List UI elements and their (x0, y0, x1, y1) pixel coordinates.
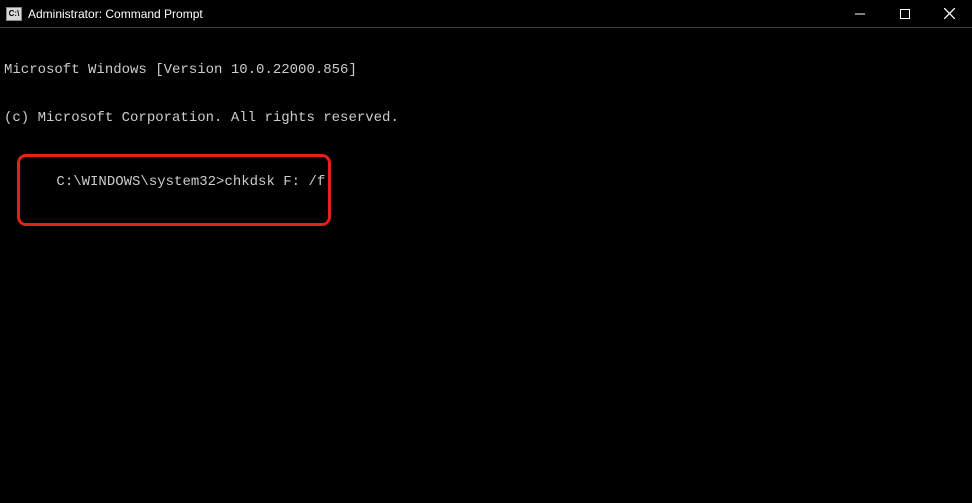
terminal-output[interactable]: Microsoft Windows [Version 10.0.22000.85… (0, 28, 972, 224)
version-line: Microsoft Windows [Version 10.0.22000.85… (4, 62, 968, 78)
close-button[interactable] (927, 0, 972, 27)
command-input[interactable]: chkdsk F: /f (224, 174, 325, 190)
title-bar: C:\ Administrator: Command Prompt (0, 0, 972, 28)
copyright-line: (c) Microsoft Corporation. All rights re… (4, 110, 968, 126)
title-bar-left: C:\ Administrator: Command Prompt (6, 7, 203, 21)
app-icon: C:\ (6, 7, 22, 21)
maximize-button[interactable] (882, 0, 927, 27)
prompt-line: C:\WINDOWS\system32>chkdsk F: /f (21, 158, 327, 222)
window-title: Administrator: Command Prompt (28, 7, 203, 21)
window-controls (837, 0, 972, 27)
minimize-button[interactable] (837, 0, 882, 27)
prompt-path: C:\WINDOWS\system32> (56, 174, 224, 190)
annotation-highlight (17, 154, 331, 226)
